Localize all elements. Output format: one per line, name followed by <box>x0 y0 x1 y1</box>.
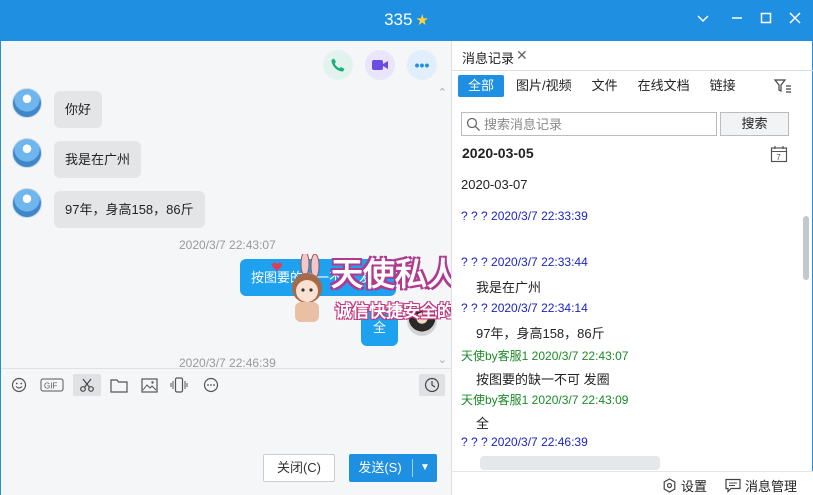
search-input[interactable] <box>484 115 712 133</box>
history-entry-header: 天使by客服1 2020/3/7 22:43:09 <box>461 393 629 407</box>
history-entry-header: 天使by客服1 2020/3/7 22:43:07 <box>461 349 629 363</box>
minimize-button[interactable] <box>725 9 749 33</box>
more-tools-button[interactable] <box>198 374 224 396</box>
emoji-button[interactable] <box>6 374 32 396</box>
send-options-chevron-icon[interactable]: ▼ <box>413 454 437 482</box>
folder-icon <box>110 378 128 393</box>
image-button[interactable] <box>136 374 162 396</box>
dropdown-icon[interactable] <box>691 9 715 33</box>
history-footer: 设置 消息管理 <box>452 471 813 495</box>
message-box-icon <box>725 478 741 493</box>
image-icon <box>140 377 158 393</box>
svg-text:7: 7 <box>776 153 781 162</box>
chat-window: 335 ★ ••• ⌃ 你好 我是在广州 97年，身高158，86斤 2020/… <box>0 0 813 495</box>
shake-button[interactable] <box>166 374 192 396</box>
avatar[interactable] <box>12 88 42 118</box>
search-button[interactable]: 搜索 <box>720 112 789 136</box>
close-button[interactable]: 关闭(C) <box>263 454 335 482</box>
call-toolbar: ••• <box>323 50 437 80</box>
voice-call-button[interactable] <box>323 50 353 80</box>
input-toolbar: GIF <box>1 368 451 400</box>
message-manager-label: 消息管理 <box>745 479 798 494</box>
video-icon <box>372 60 388 70</box>
mascot-sticker <box>271 254 322 322</box>
filter-icon[interactable] <box>774 78 792 94</box>
history-tab[interactable]: 消息记录 ✕ <box>452 41 813 71</box>
screenshot-button[interactable] <box>73 374 101 396</box>
history-entry-text: 按图要的缺一不可 发圈 <box>476 372 610 387</box>
date-header: 2020-03-05 <box>462 145 534 161</box>
smiley-icon <box>11 377 27 393</box>
more-options-button[interactable]: ••• <box>407 50 437 80</box>
gif-icon: GIF <box>40 378 64 392</box>
message-input[interactable]: 关闭(C) 发送(S) ▼ <box>1 400 451 495</box>
history-search <box>461 112 717 136</box>
clock-icon <box>424 377 440 393</box>
video-call-button[interactable] <box>365 50 395 80</box>
filter-all[interactable]: 全部 <box>458 75 505 97</box>
chat-pane: ••• ⌃ 你好 我是在广州 97年，身高158，86斤 2020/3/7 22… <box>1 41 523 495</box>
calendar-icon[interactable]: 7 <box>770 145 788 163</box>
history-entry-header: ? ? ? 2020/3/7 22:33:39 <box>461 209 588 223</box>
history-entry-header: ? ? ? 2020/3/7 22:34:14 <box>461 301 588 315</box>
vibrate-icon <box>170 377 188 393</box>
message-bubble: 97年，身高158，86斤 <box>54 191 205 228</box>
file-button[interactable] <box>106 374 132 396</box>
history-scrollbar[interactable] <box>803 216 809 280</box>
history-panel: 消息记录 ✕ 全部 图片/视频 文件 在线文档 链接 搜索 2020-03-05… <box>451 41 813 495</box>
star-icon: ★ <box>415 12 429 29</box>
filter-media[interactable]: 图片/视频 <box>508 75 580 97</box>
date-separator: 2020-03-07 <box>461 177 528 192</box>
settings-button[interactable]: 设置 <box>662 476 707 495</box>
avatar[interactable] <box>12 188 42 218</box>
scissors-icon <box>80 378 94 392</box>
phone-icon <box>331 58 345 72</box>
filter-tabs: 全部 图片/视频 文件 在线文档 链接 <box>458 75 748 97</box>
maximize-button[interactable] <box>754 9 778 33</box>
message-bubble: 你好 <box>54 91 103 128</box>
collapse-down-icon[interactable]: ⌄ <box>438 353 447 366</box>
message-manager-button[interactable]: 消息管理 <box>725 476 797 495</box>
contact-name: 335 <box>384 10 413 29</box>
title-bar: 335 ★ <box>1 1 812 41</box>
gif-button[interactable]: GIF <box>38 374 66 396</box>
history-entry-header: ? ? ? 2020/3/7 22:46:39 <box>461 435 588 449</box>
message-bubble: 我是在广州 <box>54 141 142 178</box>
send-label: 发送(S) <box>358 460 402 475</box>
close-window-button[interactable] <box>783 9 807 33</box>
gear-icon <box>663 478 676 493</box>
history-entry-text: 全 <box>476 416 490 431</box>
settings-label: 设置 <box>681 479 708 494</box>
filter-docs[interactable]: 在线文档 <box>630 75 698 97</box>
history-entry-text: 97年，身高158，86斤 <box>476 326 605 341</box>
close-tab-icon[interactable]: ✕ <box>516 47 528 64</box>
collapse-up-icon[interactable]: ⌃ <box>438 86 447 99</box>
avatar[interactable] <box>12 138 42 168</box>
filter-links[interactable]: 链接 <box>702 75 744 97</box>
send-button[interactable]: 发送(S) ▼ <box>349 454 437 482</box>
message-timestamp: 2020/3/7 22:43:07 <box>179 238 276 252</box>
history-entry-text: 我是在广州 <box>476 280 542 295</box>
more-icon: ••• <box>414 57 430 73</box>
filter-files[interactable]: 文件 <box>584 75 626 97</box>
history-entry-header: ? ? ? 2020/3/7 22:33:44 <box>461 255 588 269</box>
message-timestamp: 2020/3/7 22:46:39 <box>179 356 276 368</box>
search-icon <box>466 117 480 131</box>
svg-text:GIF: GIF <box>44 382 57 391</box>
image-placeholder <box>480 456 660 470</box>
history-toggle-button[interactable] <box>419 374 445 396</box>
history-tab-label: 消息记录 <box>462 51 515 66</box>
ellipsis-icon <box>203 377 219 393</box>
